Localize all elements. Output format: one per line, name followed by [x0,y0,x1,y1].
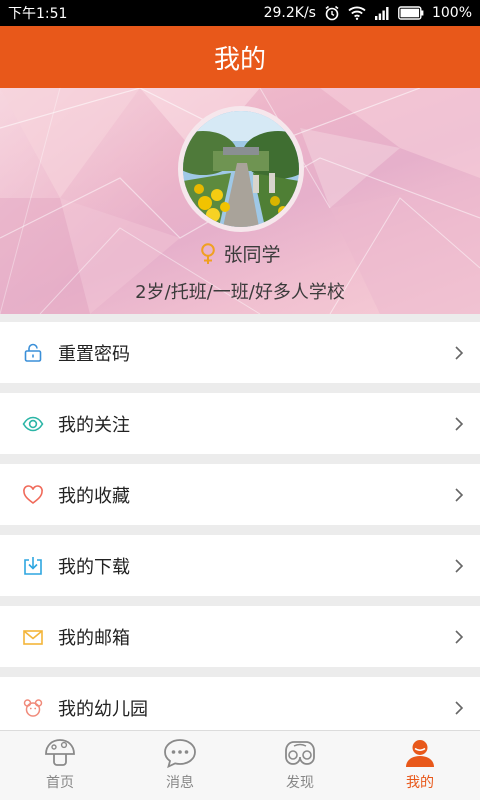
page-title: 我的 [213,44,266,75]
tab-mine[interactable]: 我的 [360,731,480,800]
status-indicators: 29.2K/s 100% [264,5,472,21]
menu-item-my-kindergarten[interactable]: 我的幼儿园 [0,677,480,738]
tab-discover[interactable]: 发现 [240,731,360,800]
menu-item-my-mailbox[interactable]: 我的邮箱 [0,606,480,667]
student-name: 张同学 [223,244,281,266]
bottom-tab-bar: 首页 消息 发现 我的 [0,730,480,800]
tab-label: 消息 [166,775,194,791]
menu-item-label: 重置密码 [58,343,130,365]
menu-item-my-follows[interactable]: 我的关注 [0,393,480,454]
bear-icon [23,699,43,717]
status-time: 下午1:51 [8,6,68,22]
chevron-right-icon [455,346,464,360]
menu-item-my-favorites[interactable]: 我的收藏 [0,464,480,525]
chevron-right-icon [455,417,464,431]
chevron-right-icon [455,559,464,573]
status-bar: 下午1:51 29.2K/s 100% [0,0,480,26]
signal-icon [374,7,389,20]
title-bar: 我的 [0,26,480,88]
profile-header: 张同学 2岁/托班/一班/好多人学校 [0,88,480,314]
menu-item-label: 我的关注 [58,414,130,436]
battery-level: 100% [431,5,472,21]
female-icon [201,242,216,264]
menu-item-label: 我的下载 [58,556,130,578]
name-row: 张同学 [0,240,480,267]
alarm-icon [325,5,339,21]
chevron-right-icon [455,630,464,644]
network-speed: 29.2K/s [263,5,316,21]
download-icon [24,557,42,575]
battery-icon [398,6,424,20]
menu-item-label: 我的收藏 [58,485,130,507]
menu-item-label: 我的幼儿园 [58,698,148,720]
avatar[interactable] [178,106,304,232]
student-info: 2岁/托班/一班/好多人学校 [135,282,345,303]
mail-icon [23,630,43,645]
tab-label: 首页 [46,775,74,791]
chat-bubble-icon [164,739,196,769]
tab-label: 发现 [286,775,314,791]
mushroom-icon [45,739,75,766]
tab-home[interactable]: 首页 [0,731,120,800]
menu-item-label: 我的邮箱 [58,627,130,649]
chevron-right-icon [455,488,464,502]
menu-item-my-downloads[interactable]: 我的下载 [0,535,480,596]
tab-label: 我的 [406,775,434,791]
menu-item-reset-password[interactable]: 重置密码 [0,322,480,383]
avatar-photo [183,111,299,227]
lock-icon [24,343,42,362]
tab-messages[interactable]: 消息 [120,731,240,800]
person-icon [406,740,434,767]
chevron-right-icon [455,701,464,715]
eye-icon [22,416,44,432]
wifi-icon [348,6,366,20]
heart-icon [23,485,43,505]
binoculars-icon [285,741,315,765]
